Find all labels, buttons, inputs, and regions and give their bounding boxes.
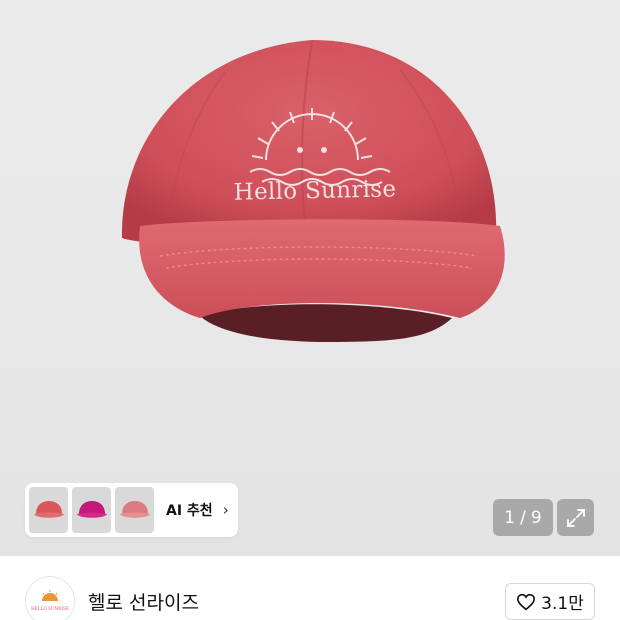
brand-logo-image: HELLO SUNRISE xyxy=(31,590,69,611)
svg-text:HELLO SUNRISE: HELLO SUNRISE xyxy=(31,606,69,611)
chevron-right-icon: › xyxy=(222,501,229,519)
magenta-cap-thumbnail-icon xyxy=(76,501,107,518)
ai-recommend-strip[interactable]: AI 추천 › xyxy=(25,483,238,537)
like-count: 3.1만 xyxy=(541,594,584,614)
red-cap-thumbnail-icon xyxy=(33,501,64,518)
like-button[interactable]: 3.1만 xyxy=(505,583,595,620)
product-image[interactable]: Hello Sunrise xyxy=(0,0,620,556)
pager-total: 9 xyxy=(530,507,542,528)
brand-name[interactable]: 헬로 선라이즈 xyxy=(88,588,199,615)
expand-button[interactable] xyxy=(557,499,594,536)
image-pager: 1 / 9 xyxy=(493,499,553,536)
thumbnail-pink-cap[interactable] xyxy=(115,487,154,533)
product-page: Hello Sunrise AI 추천 › 1 / 9 HELLO SUNRIS… xyxy=(0,0,620,620)
brand-logo[interactable]: HELLO SUNRISE xyxy=(25,576,75,620)
pager-separator: / xyxy=(520,507,526,528)
expand-icon xyxy=(566,508,585,527)
pink-cap-thumbnail-icon xyxy=(119,501,150,518)
cap-embroidery-text: Hello Sunrise xyxy=(233,176,397,206)
pager-current: 1 xyxy=(504,507,516,528)
thumbnail-red-cap[interactable] xyxy=(29,487,68,533)
cap-image xyxy=(121,40,505,342)
heart-icon xyxy=(517,593,536,610)
ai-recommend-label: AI 추천 xyxy=(166,503,213,519)
thumbnail-magenta-cap[interactable] xyxy=(72,487,111,533)
